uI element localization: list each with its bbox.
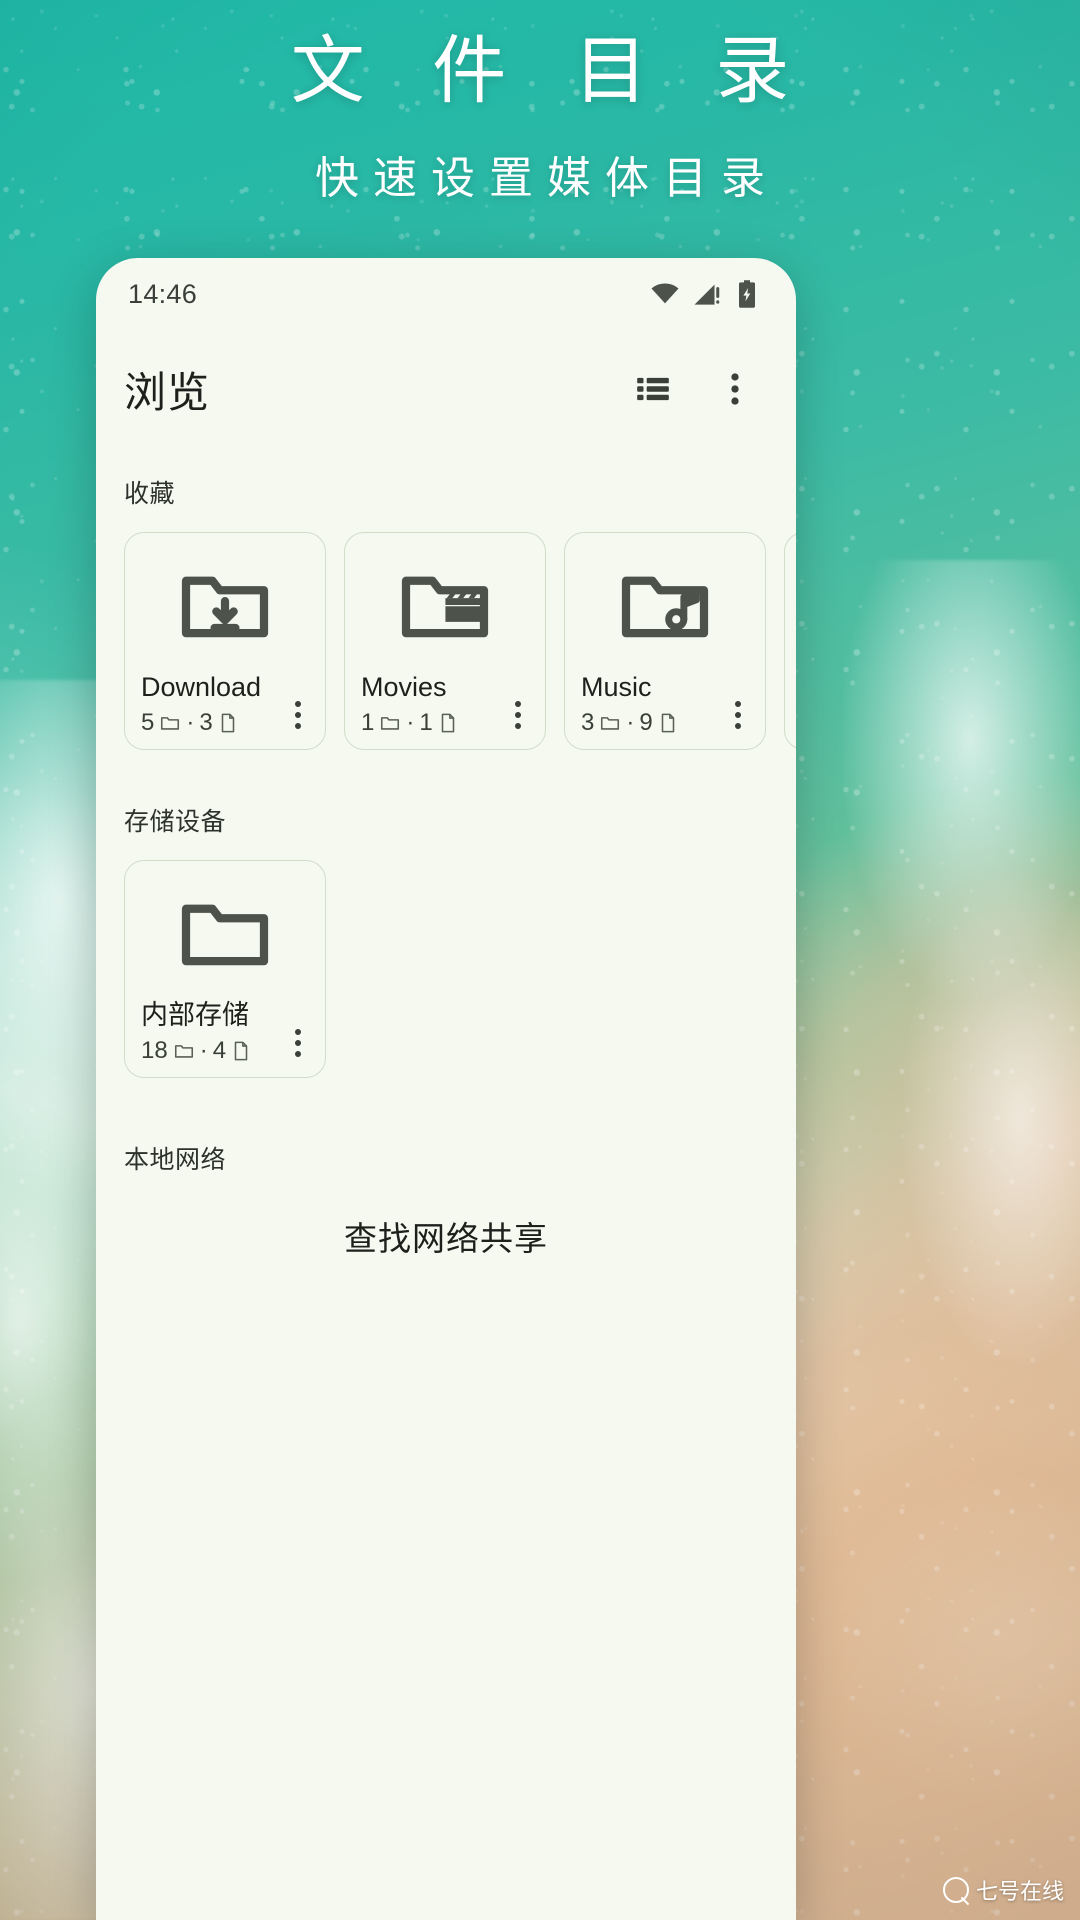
folder-card-menu-button[interactable] <box>501 695 535 735</box>
folder-small-icon <box>173 1040 195 1062</box>
folder-card-download[interactable]: Download 5 · 3 <box>124 532 326 750</box>
meta-separator: · <box>406 709 415 736</box>
section-label-storage: 存储设备 <box>124 808 227 836</box>
network-section: 本地网络 查找网络共享 <box>96 1078 796 1260</box>
file-count: 3 <box>199 709 213 736</box>
phone-screenshot: 14:46 浏览 收藏 Download 5 · 3 Movies 1 · 1 … <box>96 258 796 1920</box>
storage-card-texts: 内部存储 18 · 4 <box>141 999 281 1065</box>
list-view-button[interactable] <box>626 362 680 416</box>
storage-card-menu-button[interactable] <box>281 1023 315 1063</box>
status-time: 14:46 <box>128 278 198 309</box>
status-bar: 14:46 <box>96 258 796 330</box>
folder-card-name: Download <box>141 672 262 703</box>
watermark-text: 七号在线 <box>975 1879 1064 1904</box>
folder-card-name: Music <box>581 672 652 703</box>
overflow-menu-button[interactable] <box>708 362 762 416</box>
app-bar: 浏览 <box>96 330 796 448</box>
folder-card-texts: Download 5 · 3 <box>141 671 281 737</box>
folder-card-name: Movies <box>361 672 447 703</box>
page-title: 浏览 <box>124 368 211 416</box>
folder-small-icon <box>599 712 621 734</box>
search-icon <box>942 1877 969 1903</box>
storage-card-row[interactable]: 内部存储 18 · 4 <box>96 838 796 1078</box>
folder-small-icon <box>159 712 181 734</box>
folder-icon <box>125 861 325 999</box>
watermark: 七号在线 <box>942 1874 1064 1906</box>
folder-card-meta: 5 · 3 <box>141 709 281 737</box>
folder-card-music[interactable]: Music 3 · 9 <box>564 532 766 750</box>
folder-card-texts: Music 3 · 9 <box>581 671 721 737</box>
folder-card-menu-button[interactable] <box>281 695 315 735</box>
folder-card-menu-button[interactable] <box>721 695 755 735</box>
battery-charging-icon <box>734 279 760 309</box>
folder-music-icon <box>565 533 765 671</box>
status-icon-group <box>650 279 760 309</box>
folder-card-footer: Download 5 · 3 <box>125 671 325 749</box>
folder-card-meta: 1 · 1 <box>361 709 501 737</box>
more-vertical-icon <box>718 370 752 408</box>
storage-card-meta: 18 · 4 <box>141 1037 281 1065</box>
folder-card-texts: Movies 1 · 1 <box>361 671 501 737</box>
folder-count: 1 <box>361 709 375 736</box>
folder-card-movies[interactable]: Movies 1 · 1 <box>344 532 546 750</box>
favorites-card-row[interactable]: Download 5 · 3 Movies 1 · 1 Music 3 · 9 <box>96 510 796 750</box>
folder-small-icon <box>379 712 401 734</box>
list-view-icon <box>634 370 672 408</box>
folder-movie-icon <box>345 533 545 671</box>
folder-card-footer: Music 3 · 9 <box>565 671 765 749</box>
wifi-icon <box>650 279 680 309</box>
file-small-icon <box>438 712 458 734</box>
folder-count: 18 <box>141 1037 168 1064</box>
storage-card-internal[interactable]: 内部存储 18 · 4 <box>124 860 326 1078</box>
poster-stage: 文 件 目 录 快速设置媒体目录 14:46 浏览 收藏 Download 5 … <box>0 0 1080 1920</box>
browse-content: 收藏 Download 5 · 3 Movies 1 · 1 Music 3 ·… <box>96 448 796 1260</box>
storage-card-name: 内部存储 <box>141 1000 249 1031</box>
folder-count: 5 <box>141 709 155 736</box>
section-label-network: 本地网络 <box>124 1146 227 1174</box>
meta-separator: · <box>626 709 635 736</box>
file-small-icon <box>218 712 238 734</box>
cellular-alert-icon <box>692 279 722 309</box>
meta-separator: · <box>186 709 195 736</box>
folder-card-footer: Movies 1 · 1 <box>345 671 545 749</box>
folder-picture-icon <box>785 533 796 671</box>
folder-count: 3 <box>581 709 595 736</box>
file-small-icon <box>231 1040 251 1062</box>
folder-card-meta: 3 · 9 <box>581 709 721 737</box>
file-count: 4 <box>212 1037 227 1064</box>
file-count: 9 <box>639 709 653 736</box>
folder-download-icon <box>125 533 325 671</box>
file-small-icon <box>658 712 678 734</box>
file-count: 1 <box>419 709 433 736</box>
folder-card-footer: Pictures 5 · 1 <box>785 671 796 749</box>
folder-card-pictures[interactable]: Pictures 5 · 1 <box>784 532 796 750</box>
app-bar-actions <box>626 362 762 416</box>
find-network-share-button[interactable]: 查找网络共享 <box>96 1176 796 1260</box>
storage-card-footer: 内部存储 18 · 4 <box>125 999 325 1077</box>
meta-separator: · <box>199 1037 208 1064</box>
section-label-favorites: 收藏 <box>124 480 176 508</box>
